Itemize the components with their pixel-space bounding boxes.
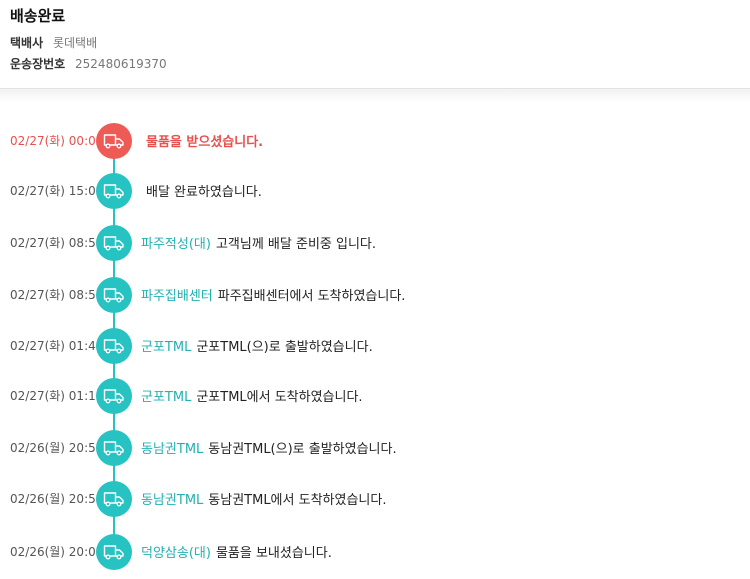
courier-label: 택배사 — [10, 36, 44, 50]
truck-icon — [96, 123, 132, 159]
timeline-event: 02/27(화) 00:00 물품을 받으셨습니다. — [0, 122, 750, 160]
truck-icon — [96, 430, 132, 466]
event-description: 군포TML 군포TML에서 도착하였습니다. — [141, 386, 363, 405]
event-description: 동남권TML 동남권TML(으)로 출발하였습니다. — [141, 438, 397, 457]
delivery-status-title: 배송완료 — [10, 7, 66, 25]
event-location: 동남권TML — [141, 442, 204, 457]
tracking-row: 운송장번호 252480619370 — [10, 55, 167, 72]
truck-icon — [96, 378, 132, 414]
courier-row: 택배사 롯데택배 — [10, 34, 97, 51]
delivery-header: 배송완료 택배사 롯데택배 운송장번호 252480619370 — [0, 0, 750, 89]
event-location: 덕양삼송(대) — [141, 546, 211, 561]
event-message: 물품을 보내셨습니다. — [215, 546, 332, 561]
event-message: 파주집배센터에서 도착하였습니다. — [217, 289, 406, 304]
section-divider — [0, 89, 750, 103]
event-message: 군포TML(으)로 출발하였습니다. — [196, 340, 373, 355]
timeline-event: 02/27(화) 01:10 군포TML 군포TML에서 도착하였습니다. — [0, 377, 750, 415]
event-message: 물품을 받으셨습니다. — [146, 135, 264, 150]
event-time: 02/26(월) 20:00 — [10, 545, 104, 559]
courier-value: 롯데택배 — [52, 36, 98, 50]
event-time: 02/26(월) 20:57 — [10, 441, 104, 455]
timeline-event: 02/26(월) 20:54 동남권TML 동남권TML에서 도착하였습니다. — [0, 480, 750, 518]
event-location: 군포TML — [141, 390, 192, 405]
event-location: 군포TML — [141, 340, 192, 355]
truck-icon — [96, 225, 132, 261]
timeline-event: 02/27(화) 08:57 파주집배센터 파주집배센터에서 도착하였습니다. — [0, 276, 750, 314]
event-time: 02/27(화) 08:59 — [10, 236, 104, 250]
truck-icon — [96, 534, 132, 570]
event-time: 02/26(월) 20:54 — [10, 492, 104, 506]
timeline-event: 02/26(월) 20:00 덕양삼송(대) 물품을 보내셨습니다. — [0, 533, 750, 571]
timeline-event: 02/27(화) 08:59 파주적성(대) 고객님께 배달 준비중 입니다. — [0, 224, 750, 262]
truck-icon — [96, 328, 132, 364]
event-time: 02/27(화) 15:02 — [10, 184, 104, 198]
event-time: 02/27(화) 01:44 — [10, 339, 104, 353]
tracking-number: 252480619370 — [75, 57, 167, 71]
event-location: 동남권TML — [141, 493, 204, 508]
event-description: 군포TML 군포TML(으)로 출발하였습니다. — [141, 336, 373, 355]
truck-icon — [96, 173, 132, 209]
delivery-timeline: 02/27(화) 00:00 물품을 받으셨습니다. 02/27(화) 15:0… — [0, 114, 750, 579]
truck-icon — [96, 481, 132, 517]
event-description: 동남권TML 동남권TML에서 도착하였습니다. — [141, 489, 386, 508]
timeline-event: 02/27(화) 15:02 배달 완료하였습니다. — [0, 172, 750, 210]
event-location: 파주집배센터 — [141, 289, 213, 304]
event-description: 파주집배센터 파주집배센터에서 도착하였습니다. — [141, 285, 405, 304]
event-time: 02/27(화) 08:57 — [10, 288, 104, 302]
truck-icon — [96, 277, 132, 313]
timeline-event: 02/27(화) 01:44 군포TML 군포TML(으)로 출발하였습니다. — [0, 327, 750, 365]
event-description: 파주적성(대) 고객님께 배달 준비중 입니다. — [141, 233, 376, 252]
event-description: 덕양삼송(대) 물품을 보내셨습니다. — [141, 542, 332, 561]
event-time: 02/27(화) 01:10 — [10, 389, 104, 403]
event-description: 물품을 받으셨습니다. — [141, 131, 263, 150]
timeline-event: 02/26(월) 20:57 동남권TML 동남권TML(으)로 출발하였습니다. — [0, 429, 750, 467]
event-message: 동남권TML(으)로 출발하였습니다. — [208, 442, 397, 457]
event-description: 배달 완료하였습니다. — [141, 181, 262, 200]
event-location: 파주적성(대) — [141, 237, 211, 252]
event-time: 02/27(화) 00:00 — [10, 134, 104, 148]
event-message: 배달 완료하였습니다. — [146, 185, 262, 200]
event-message: 군포TML에서 도착하였습니다. — [196, 390, 363, 405]
tracking-label: 운송장번호 — [10, 57, 66, 71]
event-message: 고객님께 배달 준비중 입니다. — [215, 237, 377, 252]
event-message: 동남권TML에서 도착하였습니다. — [208, 493, 387, 508]
